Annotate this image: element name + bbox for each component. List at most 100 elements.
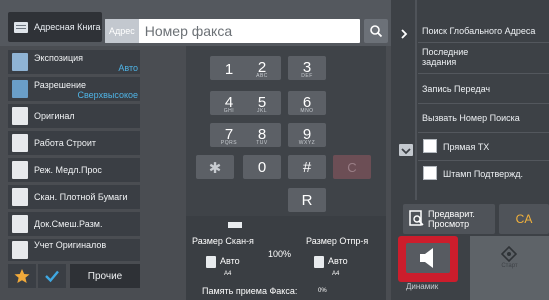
sidebar-item-original-count[interactable]: Учет Оригиналов xyxy=(8,239,140,261)
sidebar-item-label: Учет Оригиналов xyxy=(34,240,107,250)
recent-jobs[interactable]: Последние задания xyxy=(422,47,502,67)
key-6[interactable]: 6 MNO xyxy=(288,91,326,115)
sidebar-item-original[interactable]: Оригинал xyxy=(8,104,140,128)
key-letters: DEF xyxy=(301,73,313,79)
key-hash[interactable]: # xyxy=(288,155,326,179)
scan-size-value: Авто xyxy=(220,256,240,266)
check-button[interactable] xyxy=(38,264,66,288)
stamp-verify-label: Штамп Подтвержд. xyxy=(443,169,523,179)
more-button[interactable]: Прочие xyxy=(70,264,140,288)
key-8[interactable]: 8 TUV xyxy=(243,123,281,147)
sidebar-item-label: Оригинал xyxy=(34,111,75,121)
key-letters: WXYZ xyxy=(298,140,316,146)
key-digit: C xyxy=(347,160,357,175)
address-book-icon xyxy=(14,21,28,33)
separator xyxy=(418,42,549,43)
fax-number-text: Номер факса xyxy=(144,23,233,39)
preview-icon xyxy=(409,210,424,226)
preview-button[interactable]: Предварит. Просмотр xyxy=(403,204,495,234)
sidebar-item-exposure[interactable]: Экспозиция Авто xyxy=(8,50,140,74)
key-clear[interactable]: C xyxy=(333,155,371,179)
favorites-button[interactable] xyxy=(8,264,36,288)
key-digit: 0 xyxy=(257,159,267,176)
key-letters: MNO xyxy=(300,108,314,114)
stamp-verify-checkbox[interactable] xyxy=(423,166,437,180)
send-paper-size: A4 xyxy=(332,271,340,277)
scan-paper-icon xyxy=(206,256,216,268)
mixed-size-icon xyxy=(12,215,28,233)
document-icon xyxy=(228,222,242,228)
sidebar-item-thick-paper[interactable]: Скан. Плотной Бумаги xyxy=(8,185,140,209)
sidebar-item-label: Реж. Медл.Прос xyxy=(34,165,102,175)
sidebar-item-mixed-size[interactable]: Док.Смеш.Разм. xyxy=(8,212,140,236)
memory-value: 0% xyxy=(318,288,327,294)
top-bar: Адресная Книга Адрес Номер факса xyxy=(0,0,391,46)
sidebar-item-label: Экспозиция xyxy=(34,53,83,63)
address-book-button[interactable]: Адресная Книга xyxy=(8,12,102,42)
separator xyxy=(418,160,549,161)
direct-tx-label: Прямая TX xyxy=(443,142,490,152)
original-icon xyxy=(12,107,28,125)
global-address-search[interactable]: Поиск Глобального Адреса xyxy=(422,26,535,36)
search-button[interactable] xyxy=(364,19,388,43)
key-letters: TUV xyxy=(256,140,268,146)
recall-search-number[interactable]: Вызвать Номер Поиска xyxy=(422,113,520,123)
star-icon xyxy=(14,269,30,283)
job-build-icon xyxy=(12,134,28,152)
sidebar-item-label: Работа Строит xyxy=(34,138,96,148)
separator xyxy=(418,132,549,133)
sidebar-item-value: Сверхвысокое xyxy=(77,90,139,100)
sidebar-item-job-build[interactable]: Работа Строит xyxy=(8,131,140,155)
sidebar-item-label: Разрешение xyxy=(34,80,86,90)
direct-tx-checkbox[interactable] xyxy=(423,139,437,153)
panel-divider xyxy=(415,0,417,200)
address-book-label: Адресная Книга xyxy=(34,22,101,32)
key-2[interactable]: 2 ABC xyxy=(243,56,281,80)
separator xyxy=(418,73,549,74)
key-0[interactable]: 0 xyxy=(243,155,281,179)
expand-button[interactable] xyxy=(399,144,413,156)
key-digit: R xyxy=(301,192,313,209)
clear-all-button[interactable]: CA xyxy=(499,204,549,234)
send-paper-icon xyxy=(314,256,324,268)
start-button[interactable]: Старт xyxy=(470,236,549,300)
address-prefix: Адрес xyxy=(105,19,139,43)
start-label: Старт xyxy=(501,263,518,269)
key-5[interactable]: 5 JKL xyxy=(243,91,281,115)
separator xyxy=(418,103,549,104)
scan-size-label: Размер Скан-я xyxy=(192,236,254,246)
sidebar-item-label: Скан. Плотной Бумаги xyxy=(34,192,128,202)
key-9[interactable]: 9 WXYZ xyxy=(288,123,326,147)
send-size-value: Авто xyxy=(328,256,348,266)
thick-paper-icon xyxy=(12,188,28,206)
exposure-icon xyxy=(12,53,28,71)
original-count-icon xyxy=(12,241,28,259)
checkmark-icon xyxy=(45,270,59,283)
key-3[interactable]: 3 DEF xyxy=(288,56,326,80)
status-panel: Размер Скан-я Размер Отпр-я 100% Авто A4… xyxy=(186,216,386,300)
key-digit: ✱ xyxy=(208,160,222,177)
chevron-down-icon xyxy=(401,148,411,155)
key-r[interactable]: R xyxy=(288,188,326,212)
transmission-record[interactable]: Запись Передач xyxy=(422,84,490,94)
key-digit: # xyxy=(302,159,312,176)
sidebar-item-slow-scan[interactable]: Реж. Медл.Прос xyxy=(8,158,140,182)
key-asterisk[interactable]: ✱ xyxy=(196,155,234,179)
ratio-value: 100% xyxy=(268,249,292,259)
key-letters: ABC xyxy=(256,73,268,79)
key-letters: JKL xyxy=(256,108,268,114)
speaker-icon xyxy=(420,248,433,268)
send-size-label: Размер Отпр-я xyxy=(306,236,369,246)
slow-scan-icon xyxy=(12,161,28,179)
speaker-label: Динамик xyxy=(406,282,439,291)
chevron-right-icon[interactable] xyxy=(399,29,409,39)
search-icon xyxy=(370,25,383,38)
memory-label: Память приема Факса: xyxy=(202,286,298,296)
preview-label: Предварит. Просмотр xyxy=(428,209,475,229)
fax-number-input[interactable]: Адрес Номер факса xyxy=(105,19,360,43)
start-diamond-icon xyxy=(501,246,517,262)
resolution-icon xyxy=(12,80,28,98)
speaker-button[interactable] xyxy=(398,236,458,282)
sidebar-item-value: Авто xyxy=(118,63,138,73)
sidebar-item-resolution[interactable]: Разрешение Сверхвысокое xyxy=(8,77,140,101)
